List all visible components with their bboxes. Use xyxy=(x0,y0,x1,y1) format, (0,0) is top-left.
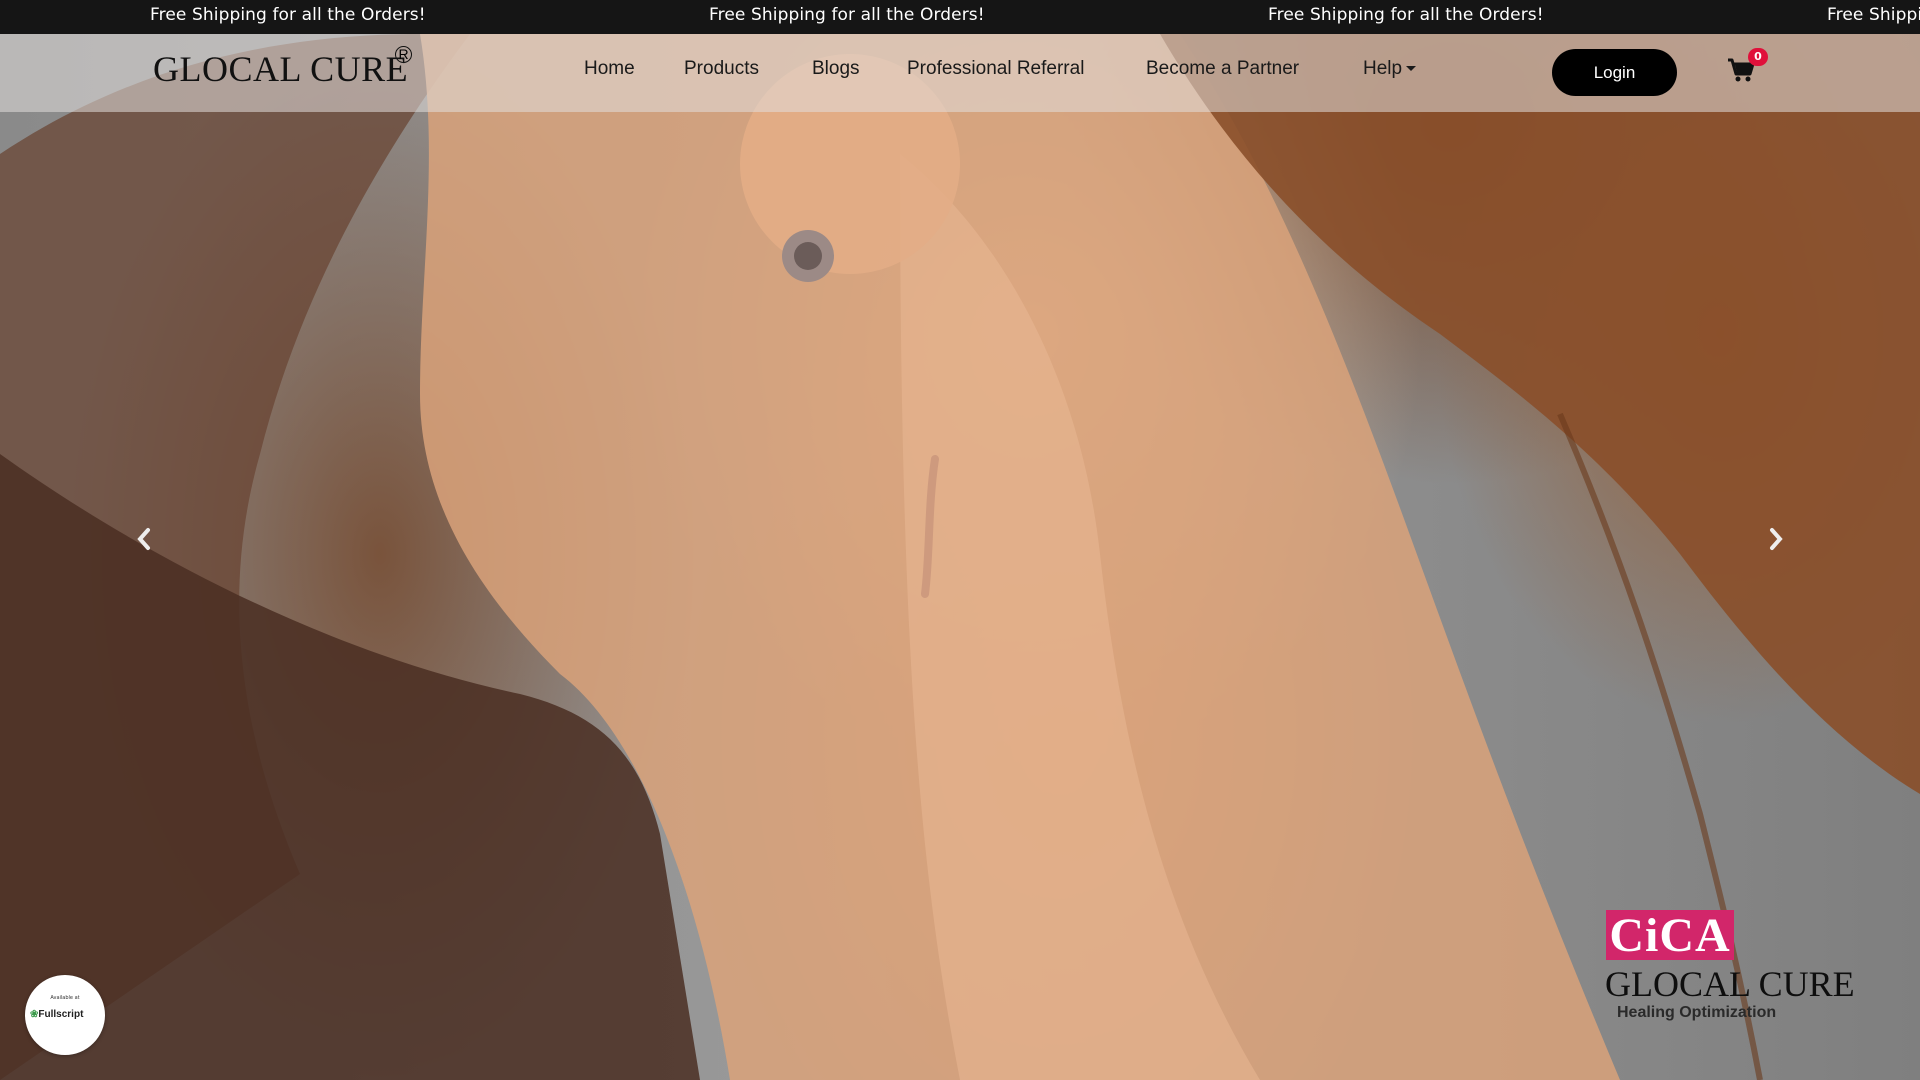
cica-label: CiCA xyxy=(1609,909,1731,962)
caret-down-icon xyxy=(1406,66,1417,72)
site-logo[interactable]: GLOCAL CURE R xyxy=(153,46,412,98)
fullscript-available-text: Available at xyxy=(50,995,80,1001)
announcement-message: Free Shipping for all the Orders! xyxy=(150,5,426,25)
fullscript-badge[interactable]: Available at ❀Fullscript xyxy=(25,975,105,1055)
hero-brand-tagline: Healing Optimization xyxy=(1617,1004,1777,1021)
fullscript-name: ❀Fullscript xyxy=(30,1009,84,1020)
nav-help[interactable]: Help xyxy=(1363,58,1417,80)
login-button[interactable]: Login xyxy=(1552,49,1677,96)
nav-help-label: Help xyxy=(1363,58,1403,79)
announcement-message: Free Shipping for all the Orders! xyxy=(709,5,985,25)
nav-home[interactable]: Home xyxy=(584,58,635,80)
nav-professional-referral[interactable]: Professional Referral xyxy=(907,58,1084,80)
nav-become-partner[interactable]: Become a Partner xyxy=(1146,58,1299,80)
hero-brand-name: GLOCAL CURE xyxy=(1605,964,1855,1004)
announcement-message: Free Shipping for all the Orders! xyxy=(1268,5,1544,25)
announcement-message: Free Shipping for all the Orders! xyxy=(1827,5,1920,25)
chevron-right-icon xyxy=(1770,528,1783,550)
carousel-next-button[interactable] xyxy=(1764,524,1788,554)
carousel-prev-button[interactable] xyxy=(132,524,156,554)
announcement-bar: Free Shipping for all the Orders! Free S… xyxy=(0,0,1920,34)
chevron-left-icon xyxy=(137,528,150,550)
logo-text: GLOCAL CURE xyxy=(153,49,409,89)
cica-badge: CiCA xyxy=(1606,909,1734,962)
nav-products[interactable]: Products xyxy=(684,58,759,80)
cart-count-badge: 0 xyxy=(1748,48,1768,66)
registered-mark: R xyxy=(395,46,412,63)
nav-blogs[interactable]: Blogs xyxy=(812,58,860,80)
